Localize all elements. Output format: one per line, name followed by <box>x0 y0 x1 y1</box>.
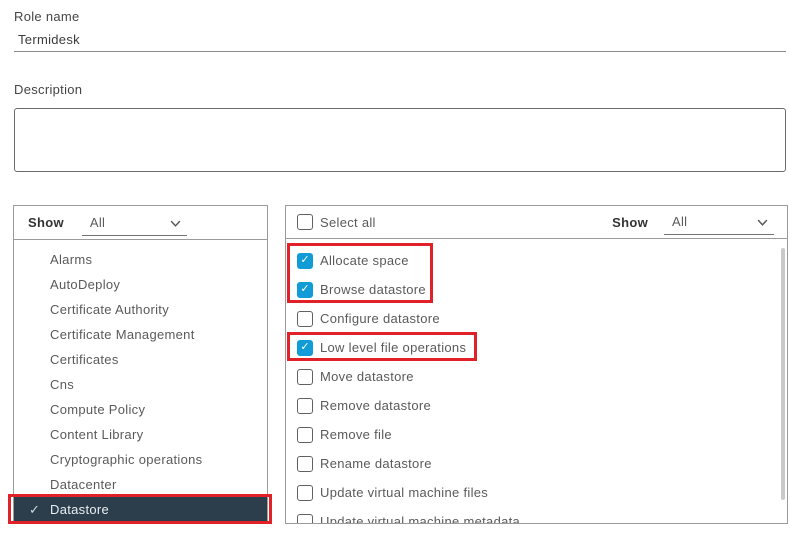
privilege-checkbox[interactable] <box>297 398 313 414</box>
privilege-checkbox[interactable]: ✓ <box>297 282 313 298</box>
privilege-label: Update virtual machine files <box>320 485 488 500</box>
privilege-label: Update virtual machine metadata <box>320 514 520 524</box>
privilege-list: ✓ Allocate space ✓ Browse datastore Configur… <box>286 239 787 524</box>
category-item[interactable]: Certificate Authority <box>14 297 267 322</box>
category-item-label: Certificates <box>50 352 119 367</box>
category-item-label: Alarms <box>50 252 92 267</box>
privilege-row: Remove datastore <box>286 391 787 420</box>
privilege-row: Remove file <box>286 420 787 449</box>
privilege-checkbox[interactable] <box>297 514 313 525</box>
category-item-label: AutoDeploy <box>50 277 120 292</box>
category-item[interactable]: Certificates <box>14 347 267 372</box>
chevron-down-icon <box>170 220 181 228</box>
description-textarea[interactable] <box>14 108 786 172</box>
category-filter-dropdown[interactable]: All <box>82 215 187 236</box>
privilege-label: Remove datastore <box>320 398 431 413</box>
category-item[interactable]: Certificate Management <box>14 322 267 347</box>
category-item-label: Datastore <box>50 502 109 517</box>
privileges-panel-header: Select all Show All <box>286 206 787 239</box>
show-label-left: Show <box>28 215 64 230</box>
privileges-filter-value: All <box>672 214 687 229</box>
privilege-label: Browse datastore <box>320 282 426 297</box>
role-name-label: Role name <box>14 9 80 24</box>
privilege-checkbox[interactable]: ✓ <box>297 340 313 356</box>
privileges-panel: Select all Show All ✓ Allocate space ✓ Brow… <box>285 205 788 524</box>
category-item-label: Certificate Management <box>50 327 195 342</box>
privilege-row: ✓ Allocate space <box>286 246 787 275</box>
privilege-checkbox[interactable] <box>297 485 313 501</box>
category-panel: Show All Alarms AutoDeploy Certificate Aut… <box>13 205 268 523</box>
category-item-label: Content Library <box>50 427 143 442</box>
category-item-label: Cryptographic operations <box>50 452 202 467</box>
privileges-filter-dropdown[interactable]: All <box>664 214 774 235</box>
role-name-input[interactable] <box>14 28 786 52</box>
privileges-show-group: Show All <box>612 206 787 238</box>
privilege-row: ✓ Low level file operations <box>286 333 787 362</box>
privilege-checkbox[interactable] <box>297 369 313 385</box>
category-item-label: Cns <box>50 377 74 392</box>
category-filter-value: All <box>90 215 105 230</box>
category-item[interactable]: Content Library <box>14 422 267 447</box>
checkmark-icon: ✓ <box>300 284 309 295</box>
select-all-label: Select all <box>320 215 376 230</box>
privilege-label: Configure datastore <box>320 311 440 326</box>
scrollbar-thumb[interactable] <box>781 248 785 500</box>
category-item[interactable]: Compute Policy <box>14 397 267 422</box>
show-label-right: Show <box>612 215 648 230</box>
privilege-row: Update virtual machine metadata <box>286 507 787 524</box>
privilege-label: Low level file operations <box>320 340 466 355</box>
select-all-checkbox[interactable] <box>297 214 313 230</box>
privilege-label: Rename datastore <box>320 456 432 471</box>
category-item[interactable]: Datacenter <box>14 472 267 497</box>
category-panel-header: Show All <box>14 206 267 240</box>
privilege-label: Remove file <box>320 427 392 442</box>
privilege-row: Update virtual machine files <box>286 478 787 507</box>
privilege-label: Allocate space <box>320 253 409 268</box>
category-item[interactable]: Cns <box>14 372 267 397</box>
chevron-down-icon <box>757 219 768 227</box>
privilege-row: Configure datastore <box>286 304 787 333</box>
checkmark-icon: ✓ <box>300 255 309 266</box>
category-item[interactable]: Alarms <box>14 247 267 272</box>
privilege-checkbox[interactable] <box>297 456 313 472</box>
category-list: Alarms AutoDeploy Certificate Authority Cer… <box>14 240 267 522</box>
category-item-label: Compute Policy <box>50 402 145 417</box>
category-item[interactable]: AutoDeploy <box>14 272 267 297</box>
privilege-row: Move datastore <box>286 362 787 391</box>
category-item-label: Datacenter <box>50 477 117 492</box>
category-item[interactable]: ✓ Datastore <box>14 497 267 522</box>
category-item[interactable]: Cryptographic operations <box>14 447 267 472</box>
privilege-checkbox[interactable] <box>297 311 313 327</box>
privilege-checkbox[interactable] <box>297 427 313 443</box>
privilege-checkbox[interactable]: ✓ <box>297 253 313 269</box>
checkmark-icon: ✓ <box>300 342 309 353</box>
category-item-label: Certificate Authority <box>50 302 169 317</box>
privilege-row: ✓ Browse datastore <box>286 275 787 304</box>
description-label: Description <box>14 82 82 97</box>
checkmark-icon: ✓ <box>29 497 40 522</box>
privilege-label: Move datastore <box>320 369 414 384</box>
privilege-row: Rename datastore <box>286 449 787 478</box>
